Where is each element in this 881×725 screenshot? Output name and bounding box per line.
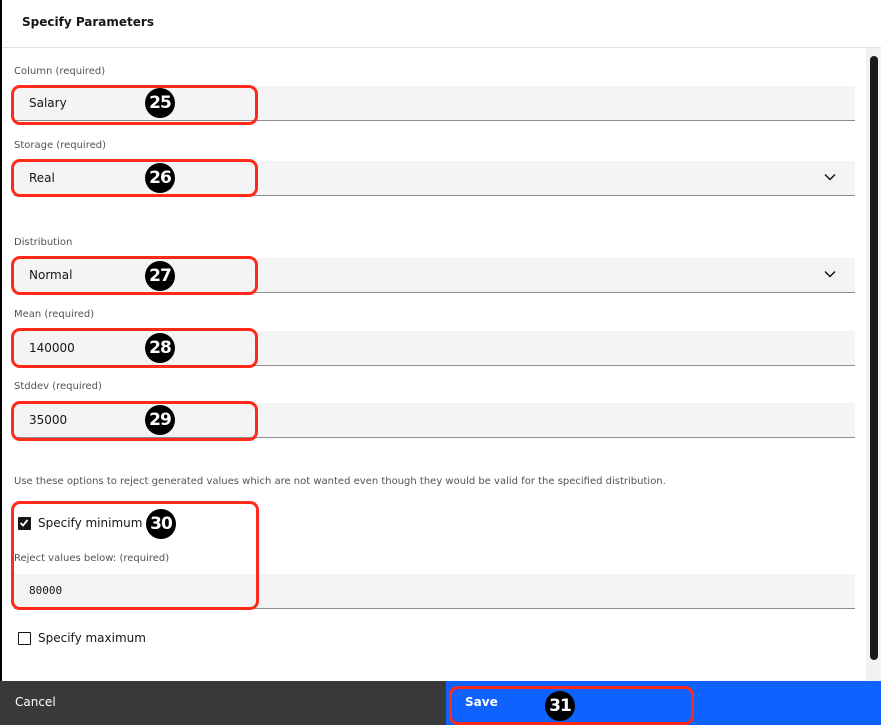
reject-options-help-text: Use these options to reject generated va…	[14, 476, 666, 487]
annotation-highlight-storage	[11, 159, 258, 197]
chevron-down-icon	[824, 270, 836, 278]
annotation-highlight-distribution	[11, 256, 258, 295]
specify-parameters-dialog: Specify Parameters Column (required) Sal…	[0, 0, 881, 725]
specify-maximum-checkbox[interactable]	[18, 632, 31, 645]
annotation-badge-29: 29	[145, 405, 175, 435]
stddev-label: Stddev (required)	[14, 381, 102, 392]
specify-maximum-label[interactable]: Specify maximum	[38, 631, 146, 645]
annotation-badge-25: 25	[145, 88, 175, 118]
annotation-badge-31: 31	[545, 691, 575, 721]
dialog-header: Specify Parameters	[2, 0, 881, 48]
annotation-highlight-minimum	[11, 501, 259, 610]
annotation-badge-30: 30	[146, 509, 176, 539]
annotation-badge-28: 28	[145, 333, 175, 363]
dialog-left-border	[0, 0, 2, 681]
cancel-button-label: Cancel	[15, 695, 56, 709]
mean-label: Mean (required)	[14, 309, 95, 320]
storage-label: Storage (required)	[14, 140, 107, 151]
column-label: Column (required)	[14, 66, 106, 77]
annotation-highlight-column	[11, 85, 258, 125]
annotation-highlight-mean	[11, 328, 258, 368]
annotation-highlight-stddev	[11, 401, 258, 441]
annotation-badge-26: 26	[145, 163, 175, 193]
distribution-label: Distribution	[14, 237, 73, 248]
dialog-title: Specify Parameters	[22, 15, 154, 29]
dialog-footer: Cancel Save	[0, 681, 881, 725]
chevron-down-icon	[824, 173, 836, 181]
cancel-button[interactable]: Cancel	[0, 681, 446, 725]
scrollbar-thumb[interactable]	[870, 56, 878, 660]
annotation-badge-27: 27	[145, 261, 175, 291]
